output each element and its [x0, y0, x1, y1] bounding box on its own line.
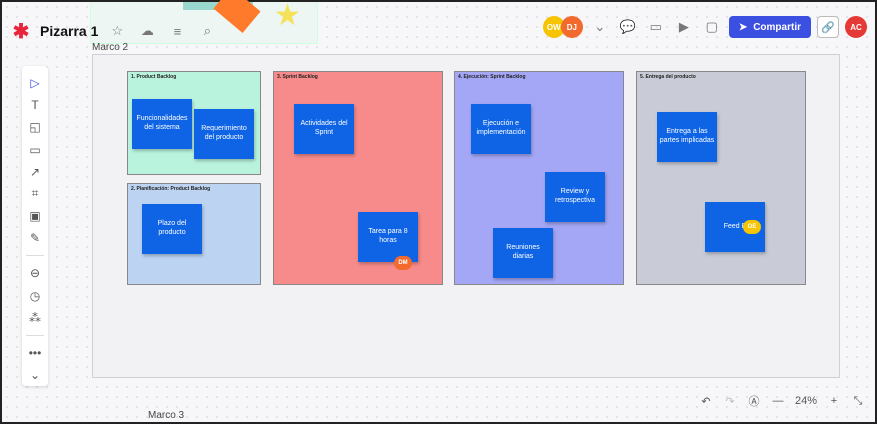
frame-tool-icon[interactable]: ⌗: [24, 184, 46, 204]
avatar[interactable]: DJ: [560, 16, 583, 38]
column-title: 1. Product Backlog: [131, 74, 177, 80]
navigation-icon[interactable]: Ⓐ: [747, 393, 761, 409]
collaboration-bar: OW DJ ⌄ 💬 ▭ ▶ ▢ ➤ Compartir 🔗 AC: [542, 16, 867, 38]
column-title: 3. Sprint Backlog: [277, 74, 318, 80]
menu-icon[interactable]: ≡: [166, 20, 188, 42]
column-sprint-backlog[interactable]: 3. Sprint Backlog Actividades del Sprint…: [273, 71, 443, 285]
templates-tool-icon[interactable]: ⁂: [24, 308, 46, 328]
present-icon[interactable]: ▶: [673, 16, 695, 38]
fit-to-screen-icon[interactable]: ⤡: [851, 395, 865, 408]
sticky-note[interactable]: Tarea para 8 horas: [358, 212, 418, 262]
sticky-note[interactable]: Reuniones diarias: [493, 228, 553, 278]
app-logo-icon[interactable]: ✱: [10, 19, 32, 44]
sticky-note[interactable]: Funcionalidades del sistema: [132, 99, 192, 149]
search-icon[interactable]: ⌕: [196, 20, 218, 42]
column-title: 5. Entrega del producto: [640, 74, 696, 80]
zoom-controls: ↶ ↷ Ⓐ — 24% + ⤡: [699, 390, 865, 412]
chat-icon[interactable]: ▭: [645, 16, 667, 38]
cloud-icon[interactable]: ☁: [136, 20, 158, 42]
column-title: 2. Planificación: Product Backlog: [131, 186, 211, 192]
video-icon[interactable]: ▢: [701, 16, 723, 38]
image-tool-icon[interactable]: ▣: [24, 206, 46, 226]
sticky-note[interactable]: Ejecución e implementación: [471, 104, 531, 154]
column-entrega[interactable]: 5. Entrega del producto Entrega a las pa…: [636, 71, 806, 285]
send-icon: ➤: [738, 21, 748, 33]
collapse-toolbar-icon[interactable]: ⌄: [24, 365, 46, 385]
zoom-level[interactable]: 24%: [795, 395, 817, 407]
sticky-note[interactable]: Requerimiento del producto: [194, 109, 254, 159]
timer-tool-icon[interactable]: ◷: [24, 285, 46, 305]
shape-tool-icon[interactable]: ▭: [24, 140, 46, 160]
chevron-down-icon[interactable]: ⌄: [589, 16, 611, 38]
frame-label-marco-2: Marco 2: [92, 42, 129, 53]
frame-marco-2[interactable]: 1. Product Backlog Funcionalidades del s…: [92, 54, 840, 378]
zoom-out-button[interactable]: —: [771, 395, 785, 407]
connector-tool-icon[interactable]: ↗: [24, 162, 46, 182]
sticky-note[interactable]: Review y retrospectiva: [545, 172, 605, 222]
sticky-note-tool-icon[interactable]: ◱: [24, 117, 46, 137]
link-tool-icon[interactable]: ⊖: [24, 263, 46, 283]
redo-icon[interactable]: ↷: [723, 395, 737, 408]
sticky-note[interactable]: Plazo del producto: [142, 204, 202, 254]
collaborator-cursor: OE: [743, 220, 761, 234]
left-toolbar: ▷ T ◱ ▭ ↗ ⌗ ▣ ✎ ⊖ ◷ ⁂ ••• ⌄: [22, 66, 48, 386]
select-tool-icon[interactable]: ▷: [24, 73, 46, 93]
sticky-note[interactable]: Actividades del Sprint: [294, 104, 354, 154]
pen-tool-icon[interactable]: ✎: [24, 228, 46, 248]
undo-icon[interactable]: ↶: [699, 395, 713, 408]
app-window: ★ ✱ Pizarra 1 ☆ ☁ ≡ ⌕ Marco 2 OW DJ ⌄ 💬 …: [0, 0, 877, 424]
column-product-backlog[interactable]: 1. Product Backlog Funcionalidades del s…: [127, 71, 261, 175]
sticky-note[interactable]: Entrega a las partes implicadas: [657, 112, 717, 162]
column-title: 4. Ejecución: Sprint Backlog: [458, 74, 526, 80]
copy-link-icon[interactable]: 🔗: [817, 16, 839, 38]
more-tools-icon[interactable]: •••: [24, 343, 46, 363]
column-ejecucion[interactable]: 4. Ejecución: Sprint Backlog Ejecución e…: [454, 71, 624, 285]
board-title[interactable]: Pizarra 1: [40, 23, 98, 39]
collaborator-cursor: DM: [394, 256, 412, 270]
share-button-label: Compartir: [753, 21, 801, 33]
zoom-in-button[interactable]: +: [827, 395, 841, 407]
column-planificacion[interactable]: 2. Planificación: Product Backlog Plazo …: [127, 183, 261, 285]
user-avatar[interactable]: AC: [845, 16, 867, 38]
frame-label-marco-3: Marco 3: [148, 410, 185, 421]
toolbar-divider: [26, 334, 44, 336]
preview-star-shape: ★: [274, 0, 301, 32]
comment-icon[interactable]: 💬: [617, 16, 639, 38]
share-button[interactable]: ➤ Compartir: [728, 16, 811, 38]
toolbar-divider: [26, 255, 44, 257]
text-tool-icon[interactable]: T: [24, 95, 46, 115]
collaborator-avatars[interactable]: OW DJ: [542, 16, 583, 38]
star-icon[interactable]: ☆: [106, 20, 128, 42]
